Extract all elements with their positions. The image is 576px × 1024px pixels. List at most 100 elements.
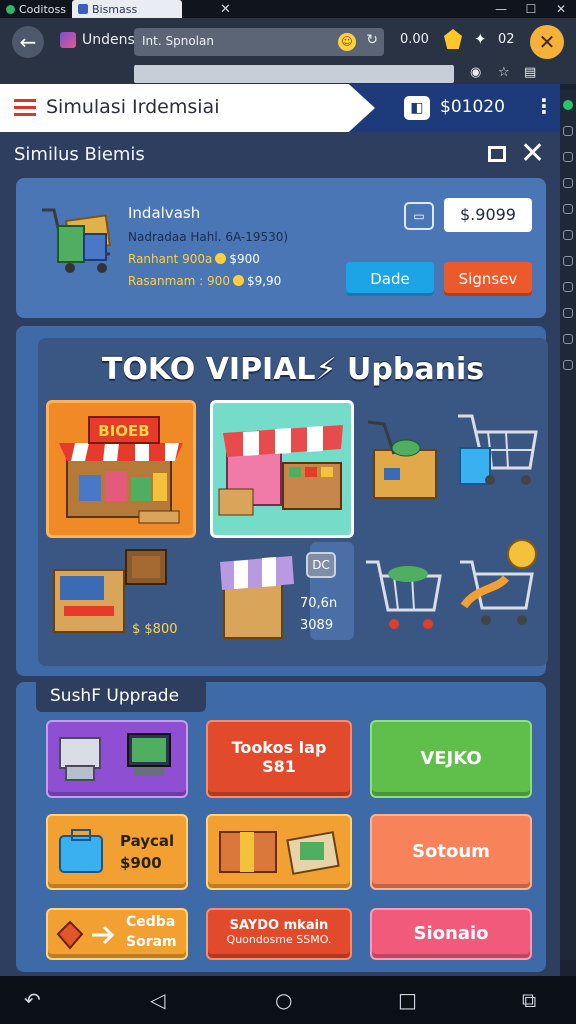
site-logo-icon [60, 32, 76, 48]
close-tab-icon[interactable]: ✕ [220, 2, 231, 17]
rotate-back-icon[interactable]: ↶ [24, 988, 41, 1012]
tab-label: Coditoss [19, 2, 66, 16]
tab-coditoss[interactable]: Coditoss [0, 0, 72, 18]
site-favicon-icon [77, 4, 88, 14]
button-label: Tookos lap [231, 738, 327, 757]
tile-price: $ $800 [132, 622, 178, 637]
upgrade-stock-button[interactable] [206, 814, 352, 890]
minimize-window-icon[interactable]: — [486, 2, 516, 16]
rail-item-icon[interactable] [563, 204, 573, 214]
notification-count: 02 [498, 32, 515, 47]
back-arrow-icon[interactable]: ← [12, 26, 44, 58]
button-label: Sotoum [412, 841, 490, 862]
upgrade-vejko-button[interactable]: VEJKO [370, 720, 532, 798]
rail-item-icon[interactable] [563, 256, 573, 266]
reading-list-icon[interactable]: ▤ [524, 65, 536, 80]
button-sublabel: S81 [262, 757, 296, 776]
circle-icon[interactable]: ◉ [470, 65, 481, 80]
rail-item-icon[interactable] [563, 152, 573, 162]
store-sign: BIOEB [98, 422, 149, 440]
rail-item-icon[interactable] [563, 178, 573, 188]
address-bar[interactable]: Int. Spnolan ☺ ↻ [134, 28, 384, 56]
more-options-icon[interactable]: ⋮ [534, 94, 554, 118]
status-dot-icon [563, 100, 573, 110]
dade-button[interactable]: Dade [346, 262, 434, 296]
awning-stall-icon[interactable] [214, 544, 300, 644]
upgrade-sotoum-button[interactable]: Sotoum [370, 814, 532, 890]
dc-badge[interactable]: DC [306, 552, 336, 578]
back-triangle-icon[interactable]: ◁ [150, 988, 165, 1012]
emoji-icon[interactable]: ☺ [338, 33, 356, 51]
coin-icon [232, 275, 244, 286]
close-icon[interactable]: ✕ [520, 136, 545, 171]
maximize-window-icon[interactable]: ☐ [516, 2, 546, 16]
business-subtitle: Nadradaa Hahl. 6A-19530) [128, 230, 289, 244]
browser-nav-bar: ← Undens Int. Spnolan ☺ ↻ 0.00 ✦ 02 ✕ [0, 18, 576, 64]
expense-label: Rasanmam : 900 [128, 274, 230, 288]
tag-arrow-icon [56, 920, 115, 950]
shop-grid: TOKO VIPIAL⚡ Upbanis BIOEB $ $800 DC 70,… [38, 338, 548, 666]
app-title: Simulasi Irdemsiai [46, 96, 220, 118]
gem-icon[interactable] [444, 29, 462, 49]
button-label: VEJKO [420, 748, 482, 769]
cart-box-icon [42, 208, 112, 273]
rail-item-icon[interactable] [563, 334, 573, 344]
tab-label: Bismass [91, 2, 138, 16]
button-label: SAYDO mkain [229, 918, 329, 933]
expense-value: $9,90 [246, 274, 282, 288]
home-circle-icon[interactable]: ○ [275, 988, 292, 1012]
menu-icon[interactable] [14, 99, 36, 117]
app-header: Simulasi Irdemsiai ◧ $01020 ⋮ [0, 84, 560, 132]
shop-tile-store[interactable]: BIOEB [46, 400, 196, 538]
crates-icon [219, 831, 340, 875]
star-icon[interactable]: ☆ [498, 65, 510, 80]
button-sublabel: Quondosme SSMO. [226, 933, 332, 946]
shop-card: TOKO VIPIAL⚡ Upbanis BIOEB $ $800 DC 70,… [16, 326, 548, 676]
simulation-panel: Similus Biemis ✕ Indalvash Nadradaa Hahl… [0, 132, 560, 976]
expense-row: Rasanmam : 900 $9,90 [128, 274, 281, 288]
upgrade-equipment-button[interactable] [46, 720, 188, 798]
business-info-card: Indalvash Nadradaa Hahl. 6A-19530) Ranha… [16, 178, 546, 318]
upgrade-paycal-button[interactable]: Paycal $900 [46, 814, 188, 890]
signsev-button[interactable]: Signsev [444, 262, 532, 296]
rail-item-icon[interactable] [563, 230, 573, 240]
shop-title: TOKO VIPIAL⚡ Upbanis [101, 352, 485, 387]
zoom-level: 0.00 [400, 32, 429, 47]
upgrade-cedba-button[interactable]: Cedba Soram [46, 908, 188, 960]
equipment-icon [59, 733, 171, 781]
rail-item-icon[interactable] [563, 360, 573, 370]
upgrade-tab[interactable]: SushF Upprade [36, 682, 206, 712]
tab-bismass[interactable]: Bismass [71, 0, 182, 18]
rail-item-icon[interactable] [563, 308, 573, 318]
browser-tab-strip: Coditoss Bismass ✕ — ☐ ✕ [0, 0, 576, 18]
close-button[interactable]: ✕ [530, 25, 564, 59]
upgrade-saydo-button[interactable]: SAYDO mkain Quondosme SSMO. [206, 908, 352, 960]
screenshot-icon[interactable]: ⧉ [522, 988, 536, 1012]
maximize-icon[interactable] [488, 146, 506, 162]
produce-cart-icon[interactable] [364, 552, 444, 638]
reload-icon[interactable]: ↻ [366, 32, 378, 48]
produce-crate-icon[interactable] [364, 416, 444, 506]
upgrade-card: SushF Upprade Tookos lap S81 VEJKO Payca… [16, 682, 546, 972]
wallet-button[interactable]: ▭ [404, 202, 434, 230]
rail-item-icon[interactable] [563, 282, 573, 292]
recents-square-icon[interactable]: □ [398, 988, 417, 1012]
site-favicon-icon [6, 4, 15, 14]
box-icon [59, 829, 103, 873]
rail-item-icon[interactable] [563, 126, 573, 136]
golden-cart-icon[interactable] [456, 534, 540, 630]
side-rail [560, 90, 576, 960]
upgrade-sionaio-button[interactable]: Sionaio [370, 908, 532, 960]
shopping-cart-icon[interactable] [454, 408, 540, 504]
upgrade-tookos-button[interactable]: Tookos lap S81 [206, 720, 352, 798]
button-label: Sionaio [413, 923, 489, 944]
site-name: Undens [82, 32, 135, 48]
cash-balance: $01020 [440, 97, 505, 117]
close-window-icon[interactable]: ✕ [546, 2, 576, 16]
stat-value-b: 3089 [300, 618, 334, 633]
coin-icon [215, 253, 227, 264]
button-sublabel: Soram [126, 934, 177, 950]
system-nav-bar: ↶ ◁ ○ □ ⧉ [0, 976, 576, 1024]
shop-tile-boutique[interactable] [210, 400, 354, 538]
bolt-icon[interactable]: ✦ [474, 30, 487, 48]
